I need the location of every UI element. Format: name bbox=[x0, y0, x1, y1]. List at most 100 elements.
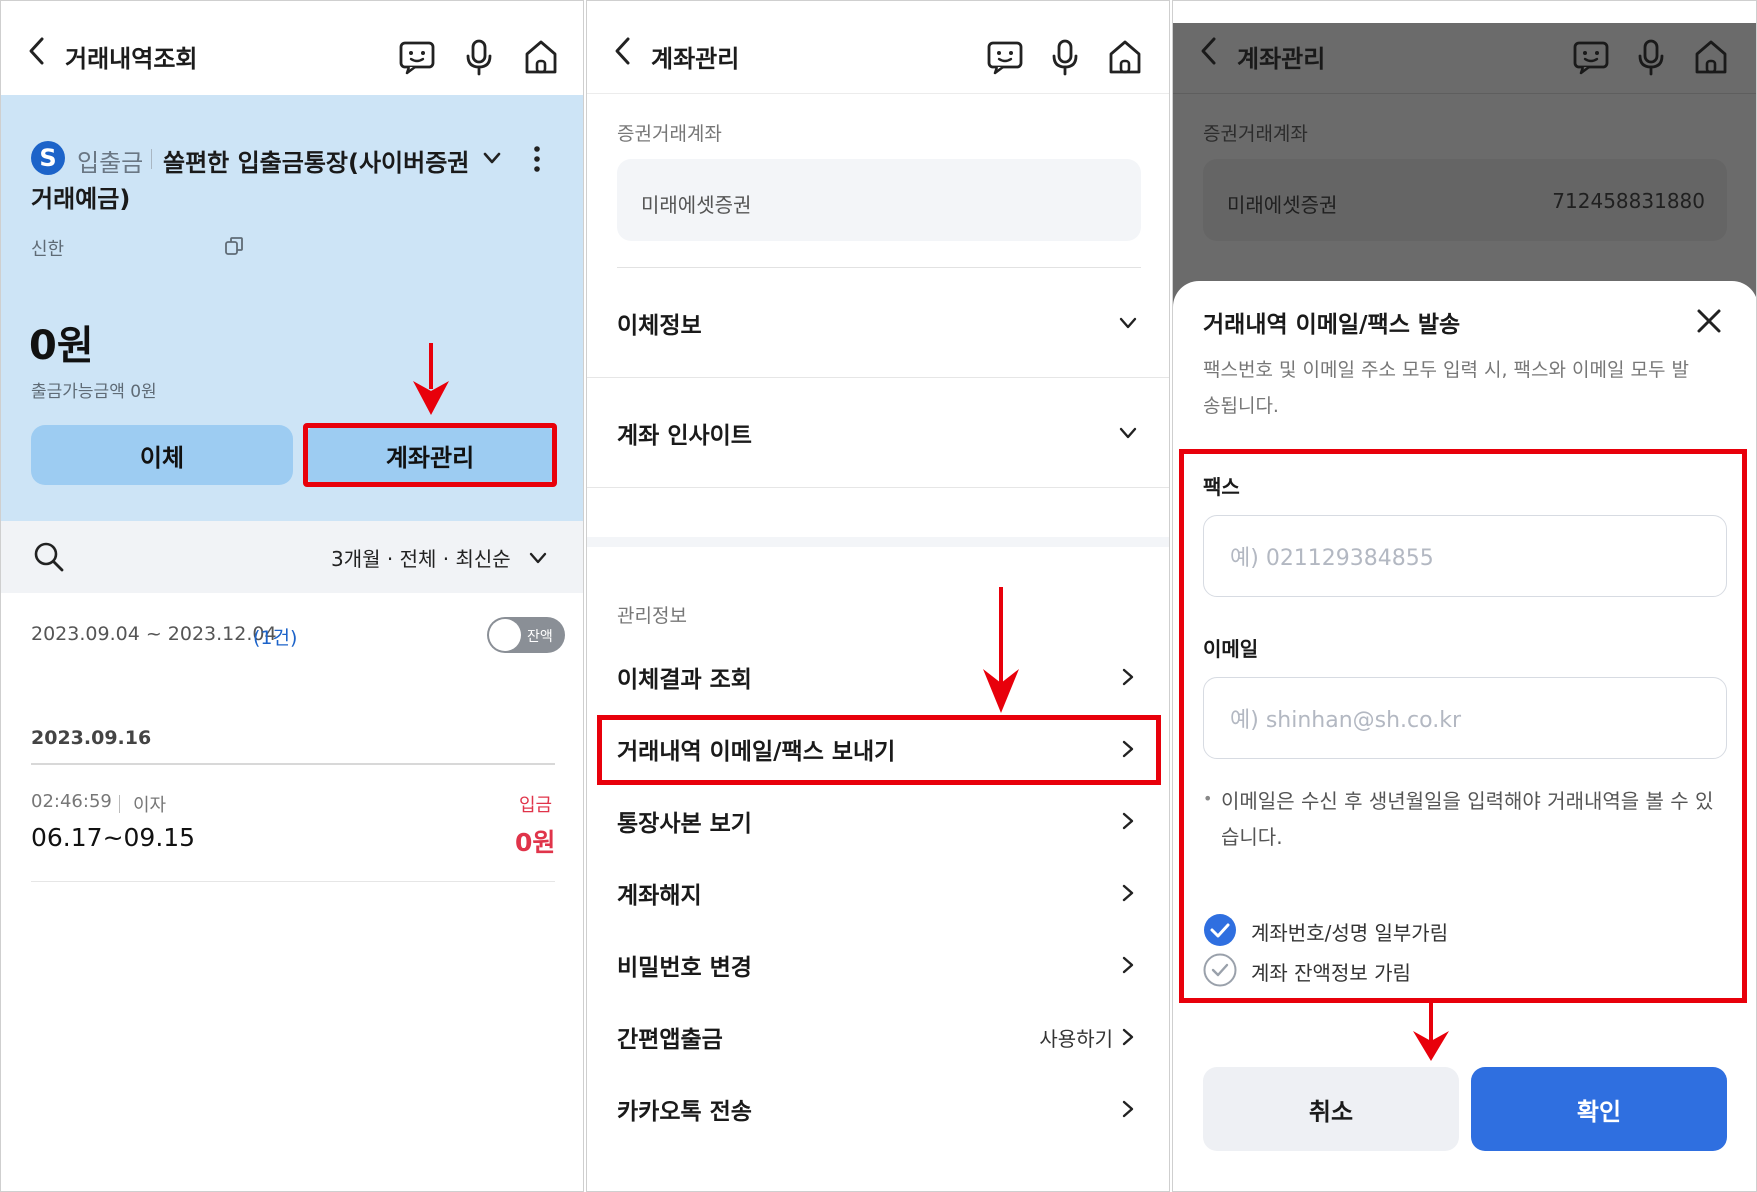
highlight-box bbox=[1179, 449, 1747, 1003]
highlight-box bbox=[597, 715, 1161, 785]
divider bbox=[151, 149, 152, 169]
menu-change-password[interactable]: 비밀번호 변경 bbox=[617, 935, 1139, 995]
menu-simple-app-withdraw[interactable]: 간편앱출금 사용하기 bbox=[617, 1007, 1139, 1067]
menu-kakaotalk-send[interactable]: 카카오톡 전송 bbox=[617, 1079, 1139, 1139]
toggle-label: 잔액 bbox=[527, 629, 553, 645]
sheet-title: 거래내역 이메일/팩스 발송 bbox=[1203, 312, 1461, 338]
available-amount: 출금가능금액 0원 bbox=[31, 382, 157, 402]
shinhan-logo-icon: S bbox=[31, 141, 65, 175]
account-name[interactable]: 쏠편한 입출금통장(사이버증권 bbox=[163, 143, 469, 178]
chevron-right-icon bbox=[1117, 882, 1139, 904]
chevron-right-icon bbox=[1117, 1026, 1139, 1048]
copy-icon[interactable] bbox=[223, 235, 245, 261]
microphone-icon bbox=[1631, 37, 1671, 77]
accordion-account-insight[interactable]: 계좌 인사이트 bbox=[617, 403, 1139, 463]
chatbot-icon[interactable] bbox=[985, 37, 1025, 77]
chatbot-icon[interactable] bbox=[397, 37, 437, 77]
red-arrow-icon bbox=[1409, 1003, 1453, 1063]
transaction-type: 입금 bbox=[519, 795, 553, 816]
accordion-transfer-info[interactable]: 이체정보 bbox=[617, 293, 1139, 353]
page-title: 계좌관리 bbox=[1237, 45, 1326, 73]
chevron-down-icon[interactable] bbox=[527, 547, 549, 573]
account-card: S 입출금 쏠편한 입출금통장(사이버증권 거래예금) 신한 0원 출금가능금액… bbox=[1, 95, 583, 521]
result-count: (1건) bbox=[253, 627, 298, 649]
filter-bar: 3개월 · 전체 · 최신순 bbox=[1, 521, 583, 593]
bottom-sheet: 거래내역 이메일/팩스 발송 팩스번호 및 이메일 주소 모두 입력 시, 팩스… bbox=[1173, 281, 1756, 1191]
toggle-knob bbox=[489, 619, 521, 651]
menu-label: 카카오톡 전송 bbox=[617, 1099, 752, 1125]
status-bar bbox=[1173, 1, 1756, 23]
more-icon[interactable] bbox=[531, 145, 543, 177]
menu-close-account[interactable]: 계좌해지 bbox=[617, 863, 1139, 923]
account-management-screen: 계좌관리 증권거래계좌 미래에셋증권 이체정보 계좌 인사이트 관리정보 이체결… bbox=[586, 0, 1170, 1192]
accordion-label: 계좌 인사이트 bbox=[617, 423, 752, 449]
chevron-right-icon bbox=[1117, 1098, 1139, 1120]
section-title: 관리정보 bbox=[617, 605, 687, 627]
account-number: 712458831880 bbox=[1552, 189, 1705, 213]
securities-account-row[interactable]: 미래에셋증권 bbox=[617, 159, 1141, 241]
red-arrow-icon bbox=[409, 343, 453, 417]
divider bbox=[1173, 93, 1756, 94]
menu-label: 계좌해지 bbox=[617, 883, 702, 909]
cancel-button[interactable]: 취소 bbox=[1203, 1067, 1459, 1151]
section-spacer bbox=[587, 537, 1169, 547]
close-icon[interactable] bbox=[1695, 307, 1723, 339]
transaction-desc[interactable]: 06.17~09.15 bbox=[31, 823, 195, 852]
chevron-right-icon bbox=[1117, 810, 1139, 832]
page-title: 거래내역조회 bbox=[65, 45, 198, 73]
balance: 0원 bbox=[29, 323, 94, 369]
divider bbox=[587, 377, 1169, 378]
account-name-line2: 거래예금) bbox=[31, 185, 131, 213]
divider bbox=[617, 267, 1141, 268]
confirm-button[interactable]: 확인 bbox=[1471, 1067, 1727, 1151]
microphone-icon[interactable] bbox=[1045, 37, 1085, 77]
search-icon[interactable] bbox=[33, 541, 65, 577]
period-range: 2023.09.04 ~ 2023.12.04 bbox=[31, 623, 277, 645]
sheet-description-2: 송됩니다. bbox=[1203, 395, 1279, 417]
transfer-button[interactable]: 이체 bbox=[31, 425, 293, 485]
back-icon bbox=[1197, 35, 1221, 71]
menu-label: 간편앱출금 bbox=[617, 1027, 723, 1053]
date-group: 2023.09.16 bbox=[31, 727, 152, 749]
email-fax-send-screen: 계좌관리 증권거래계좌 미래에셋증권 712458831880 거래내역 이메일… bbox=[1172, 0, 1757, 1192]
back-icon[interactable] bbox=[25, 35, 49, 71]
accordion-label: 이체정보 bbox=[617, 313, 702, 339]
home-icon[interactable] bbox=[1105, 37, 1145, 77]
chevron-right-icon bbox=[1117, 954, 1139, 976]
chevron-down-icon[interactable] bbox=[481, 147, 503, 173]
divider bbox=[31, 763, 555, 765]
chevron-right-icon bbox=[1117, 666, 1139, 688]
menu-extra: 사용하기 bbox=[1039, 1026, 1113, 1051]
page-title: 계좌관리 bbox=[651, 45, 740, 73]
microphone-icon[interactable] bbox=[459, 37, 499, 77]
home-icon bbox=[1691, 37, 1731, 77]
securities-account-row: 미래에셋증권 712458831880 bbox=[1203, 159, 1727, 241]
broker-name: 미래에셋증권 bbox=[1227, 193, 1338, 217]
sheet-description: 팩스번호 및 이메일 주소 모두 입력 시, 팩스와 이메일 모두 발 bbox=[1203, 359, 1689, 381]
account-type: 입출금 bbox=[77, 149, 144, 177]
transaction-kind: 이자 bbox=[133, 795, 167, 816]
home-icon[interactable] bbox=[521, 37, 561, 77]
chevron-down-icon bbox=[1117, 312, 1139, 334]
chevron-down-icon bbox=[1117, 422, 1139, 444]
balance-toggle[interactable]: 잔액 bbox=[487, 617, 565, 653]
section-title: 증권거래계좌 bbox=[617, 123, 722, 145]
chatbot-icon bbox=[1571, 37, 1611, 77]
divider bbox=[119, 795, 120, 813]
menu-label: 이체결과 조회 bbox=[617, 667, 752, 693]
broker-name: 미래에셋증권 bbox=[641, 193, 752, 217]
divider bbox=[587, 487, 1169, 488]
menu-label: 비밀번호 변경 bbox=[617, 955, 752, 981]
divider bbox=[587, 93, 1169, 94]
menu-label: 통장사본 보기 bbox=[617, 811, 752, 837]
menu-transfer-result[interactable]: 이체결과 조회 bbox=[617, 647, 1139, 707]
filter-label[interactable]: 3개월 · 전체 · 최신순 bbox=[331, 543, 511, 572]
transaction-time: 02:46:59 bbox=[31, 791, 112, 812]
menu-passbook-copy[interactable]: 통장사본 보기 bbox=[617, 791, 1139, 851]
transaction-amount: 0원 bbox=[515, 828, 556, 857]
transaction-history-screen: 거래내역조회 S 입출금 쏠편한 입출금통장(사이버증권 거래예금) 신한 0원… bbox=[0, 0, 584, 1192]
divider bbox=[31, 881, 555, 882]
highlight-box bbox=[303, 423, 557, 487]
back-icon[interactable] bbox=[611, 35, 635, 71]
section-title: 증권거래계좌 bbox=[1203, 123, 1308, 145]
